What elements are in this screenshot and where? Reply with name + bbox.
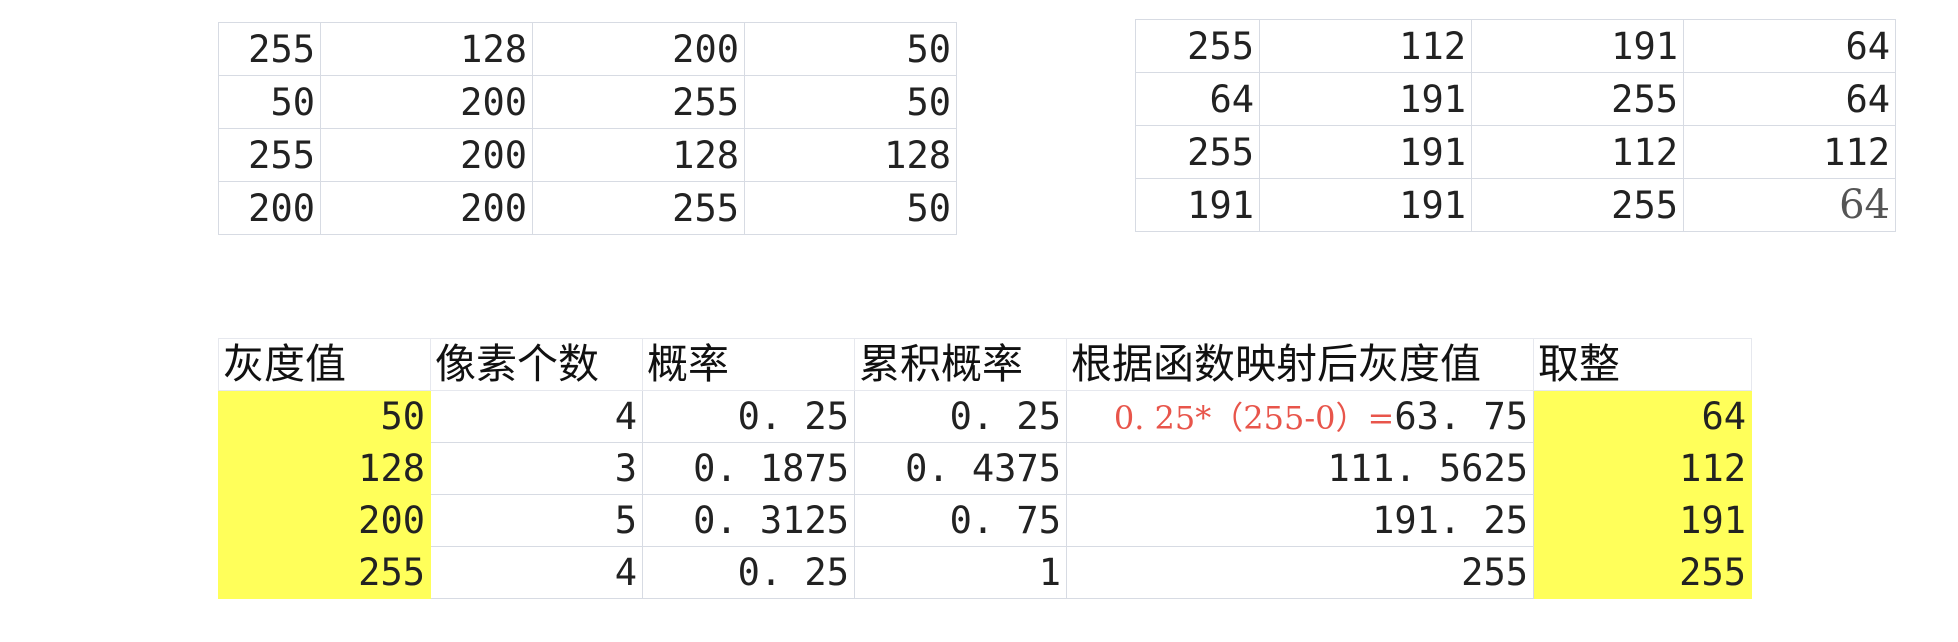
grid-cell[interactable]: 255 bbox=[1135, 125, 1260, 179]
grid-cell[interactable]: 64 bbox=[1135, 72, 1260, 126]
gray-value-cell[interactable]: 128 bbox=[218, 442, 431, 495]
probability-cell[interactable]: 0. 25 bbox=[642, 390, 855, 443]
header-rounded[interactable]: 取整 bbox=[1533, 338, 1752, 391]
original-gray-grid: 255 128 200 50 50 200 255 50 255 200 128… bbox=[218, 22, 957, 235]
grid-cell[interactable]: 191 bbox=[1259, 178, 1472, 232]
grid-cell[interactable]: 255 bbox=[532, 75, 745, 129]
pixel-count-cell[interactable]: 4 bbox=[430, 390, 643, 443]
grid-cell[interactable]: 128 bbox=[532, 128, 745, 182]
table-row: 50 4 0. 25 0. 25 0. 25*（255-0）=63. 75 64 bbox=[218, 390, 1752, 443]
table-row: 255 128 200 50 bbox=[218, 22, 957, 76]
header-gray-value[interactable]: 灰度值 bbox=[218, 338, 431, 391]
cumulative-probability-cell[interactable]: 1 bbox=[854, 546, 1067, 599]
grid-cell[interactable]: 255 bbox=[532, 181, 745, 235]
mapped-value-cell[interactable]: 0. 25*（255-0）=63. 75 bbox=[1066, 390, 1534, 443]
gray-value-cell[interactable]: 255 bbox=[218, 546, 431, 599]
header-mapped-gray-value[interactable]: 根据函数映射后灰度值 bbox=[1066, 338, 1534, 391]
grid-cell[interactable]: 50 bbox=[744, 181, 957, 235]
grid-cell[interactable]: 191 bbox=[1259, 72, 1472, 126]
cumulative-probability-cell[interactable]: 0. 4375 bbox=[854, 442, 1067, 495]
gray-value-cell[interactable]: 200 bbox=[218, 494, 431, 547]
table-row: 255 191 112 112 bbox=[1135, 125, 1896, 179]
table-row: 255 4 0. 25 1 255 255 bbox=[218, 546, 1752, 599]
pixel-count-cell[interactable]: 4 bbox=[430, 546, 643, 599]
grid-cell[interactable]: 112 bbox=[1259, 19, 1472, 73]
table-row: 200 5 0. 3125 0. 75 191. 25 191 bbox=[218, 494, 1752, 547]
grid-cell[interactable]: 200 bbox=[320, 181, 533, 235]
mapped-value-cell[interactable]: 191. 25 bbox=[1066, 494, 1534, 547]
grid-cell[interactable]: 128 bbox=[320, 22, 533, 76]
cumulative-probability-cell[interactable]: 0. 25 bbox=[854, 390, 1067, 443]
pixel-count-cell[interactable]: 5 bbox=[430, 494, 643, 547]
table-row: 200 200 255 50 bbox=[218, 181, 957, 235]
grid-cell[interactable]: 255 bbox=[1135, 19, 1260, 73]
grid-cell[interactable]: 50 bbox=[744, 22, 957, 76]
gray-value-cell[interactable]: 50 bbox=[218, 390, 431, 443]
grid-cell[interactable]: 200 bbox=[532, 22, 745, 76]
grid-cell[interactable]: 191 bbox=[1135, 178, 1260, 232]
equalized-gray-grid: 255 112 191 64 64 191 255 64 255 191 112… bbox=[1135, 19, 1896, 232]
mapped-value: 63. 75 bbox=[1394, 395, 1528, 438]
equalization-calc-table: 灰度值 像素个数 概率 累积概率 根据函数映射后灰度值 取整 50 4 0. 2… bbox=[218, 338, 1752, 599]
mapped-value-cell[interactable]: 111. 5625 bbox=[1066, 442, 1534, 495]
table-row: 64 191 255 64 bbox=[1135, 72, 1896, 126]
pixel-count-cell[interactable]: 3 bbox=[430, 442, 643, 495]
header-probability[interactable]: 概率 bbox=[642, 338, 855, 391]
grid-cell[interactable]: 191 bbox=[1259, 125, 1472, 179]
grid-cell[interactable]: 200 bbox=[320, 75, 533, 129]
grid-cell[interactable]: 112 bbox=[1471, 125, 1684, 179]
table-row: 255 112 191 64 bbox=[1135, 19, 1896, 73]
header-pixel-count[interactable]: 像素个数 bbox=[430, 338, 643, 391]
grid-cell[interactable]: 128 bbox=[744, 128, 957, 182]
rounded-value-cell[interactable]: 255 bbox=[1533, 546, 1752, 599]
grid-cell[interactable]: 50 bbox=[744, 75, 957, 129]
table-row: 191 191 255 64 bbox=[1135, 178, 1896, 232]
rounded-value-cell[interactable]: 191 bbox=[1533, 494, 1752, 547]
grid-cell[interactable]: 50 bbox=[218, 75, 321, 129]
probability-cell[interactable]: 0. 1875 bbox=[642, 442, 855, 495]
probability-cell[interactable]: 0. 3125 bbox=[642, 494, 855, 547]
grid-cell[interactable]: 255 bbox=[1471, 178, 1684, 232]
mapped-value-cell[interactable]: 255 bbox=[1066, 546, 1534, 599]
probability-cell[interactable]: 0. 25 bbox=[642, 546, 855, 599]
grid-cell[interactable]: 255 bbox=[218, 128, 321, 182]
cumulative-probability-cell[interactable]: 0. 75 bbox=[854, 494, 1067, 547]
grid-cell[interactable]: 112 bbox=[1683, 125, 1896, 179]
mapping-formula: 0. 25*（255-0）= bbox=[1113, 399, 1395, 437]
grid-cell[interactable]: 64 bbox=[1683, 72, 1896, 126]
grid-cell[interactable]: 255 bbox=[218, 22, 321, 76]
table-row: 50 200 255 50 bbox=[218, 75, 957, 129]
grid-cell[interactable]: 64 bbox=[1683, 178, 1896, 232]
header-cumulative-probability[interactable]: 累积概率 bbox=[854, 338, 1067, 391]
grid-cell[interactable]: 255 bbox=[1471, 72, 1684, 126]
grid-cell[interactable]: 191 bbox=[1471, 19, 1684, 73]
grid-cell[interactable]: 200 bbox=[320, 128, 533, 182]
table-header-row: 灰度值 像素个数 概率 累积概率 根据函数映射后灰度值 取整 bbox=[218, 338, 1752, 391]
table-row: 128 3 0. 1875 0. 4375 111. 5625 112 bbox=[218, 442, 1752, 495]
table-row: 255 200 128 128 bbox=[218, 128, 957, 182]
rounded-value-cell[interactable]: 112 bbox=[1533, 442, 1752, 495]
rounded-value-cell[interactable]: 64 bbox=[1533, 390, 1752, 443]
grid-cell[interactable]: 200 bbox=[218, 181, 321, 235]
grid-cell[interactable]: 64 bbox=[1683, 19, 1896, 73]
